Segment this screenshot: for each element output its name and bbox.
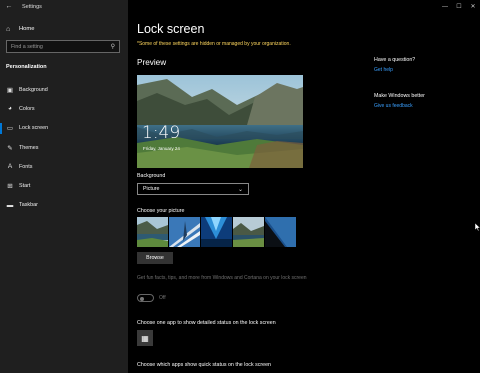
search-placeholder: Find a setting — [11, 43, 43, 50]
taskbar-icon: ▬ — [6, 201, 14, 209]
sidebar-item-themes[interactable]: ✎ Themes — [0, 138, 128, 157]
picture-thumbnail[interactable] — [137, 217, 168, 247]
app-title: Settings — [22, 3, 42, 10]
fun-facts-toggle[interactable] — [137, 294, 154, 302]
quick-status-label: Choose which apps show quick status on t… — [137, 362, 271, 368]
detailed-status-label: Choose one app to show detailed status o… — [137, 320, 276, 326]
org-managed-note: *Some of these settings are hidden or ma… — [137, 41, 291, 47]
sidebar-item-start[interactable]: ⊞ Start — [0, 176, 128, 195]
picture-thumbnail[interactable] — [169, 217, 200, 247]
title-bar: ← Settings — [0, 0, 128, 13]
sidebar-item-colors[interactable]: ◕ Colors — [0, 99, 128, 118]
fun-facts-text: Get fun facts, tips, and more from Windo… — [137, 275, 307, 281]
preview-date: Friday, January 24 — [143, 146, 180, 151]
preview-landscape-image — [137, 75, 303, 168]
fun-facts-toggle-state: Off — [159, 295, 166, 301]
main-content: — ☐ ✕ Lock screen *Some of these setting… — [128, 0, 480, 373]
nav-home[interactable]: ⌂ Home — [6, 24, 34, 34]
sidebar-item-label: Themes — [19, 144, 39, 151]
picture-thumbnails — [137, 217, 296, 247]
start-icon: ⊞ — [7, 183, 13, 191]
sidebar-item-fonts[interactable]: A Fonts — [0, 157, 128, 176]
sidebar-item-background[interactable]: ▣ Background — [0, 80, 128, 99]
feedback-link[interactable]: Give us feedback — [374, 103, 474, 109]
preview-time: 1:49 — [142, 123, 181, 143]
palette-icon: ◕ — [8, 105, 12, 113]
font-icon: A — [7, 163, 13, 171]
picture-thumbnail[interactable] — [201, 217, 232, 247]
sidebar-item-label: Background — [19, 86, 48, 93]
close-icon[interactable]: ✕ — [466, 0, 480, 13]
nav-list: ▣ Background ◕ Colors ▭ Lock screen ✎ Th… — [0, 80, 128, 215]
sidebar-item-label: Taskbar — [19, 202, 38, 209]
picture-thumbnail[interactable] — [233, 217, 264, 247]
sidebar: ← Settings ⌂ Home Find a setting ⚲ Perso… — [0, 0, 128, 373]
back-arrow-icon[interactable]: ← — [2, 0, 16, 13]
background-dropdown-value: Picture — [143, 186, 160, 192]
sidebar-item-label: Start — [19, 183, 31, 190]
minimize-icon[interactable]: — — [438, 0, 452, 13]
mouse-cursor-icon — [475, 223, 480, 231]
sidebar-item-taskbar[interactable]: ▬ Taskbar — [0, 196, 128, 215]
background-dropdown[interactable]: Picture ⌄ — [137, 183, 249, 195]
picture-icon: ▣ — [6, 86, 14, 94]
page-title: Lock screen — [137, 22, 205, 36]
search-icon[interactable]: ⚲ — [111, 43, 115, 50]
lock-screen-icon: ▭ — [6, 125, 14, 133]
choose-picture-label: Choose your picture — [137, 208, 185, 214]
sidebar-item-label: Lock screen — [19, 125, 49, 132]
help-panel: Have a question? Get help Make Windows b… — [374, 57, 474, 109]
sidebar-item-lock-screen[interactable]: ▭ Lock screen — [0, 119, 128, 138]
sidebar-item-label: Fonts — [19, 163, 33, 170]
maximize-icon[interactable]: ☐ — [452, 0, 466, 13]
sidebar-item-label: Colors — [19, 105, 35, 112]
background-label: Background — [137, 173, 166, 179]
section-title: Personalization — [6, 64, 47, 70]
preview-heading: Preview — [137, 58, 167, 67]
question-heading: Have a question? — [374, 57, 416, 63]
browse-button[interactable]: Browse — [137, 252, 173, 264]
search-input[interactable]: Find a setting ⚲ — [6, 40, 120, 53]
brush-icon: ✎ — [7, 144, 13, 152]
nav-home-label: Home — [19, 26, 35, 32]
fun-facts-toggle-row: Off — [137, 294, 166, 302]
picture-thumbnail[interactable] — [265, 217, 296, 247]
lock-screen-preview: 1:49 Friday, January 24 — [137, 75, 303, 168]
toggle-knob — [140, 296, 144, 301]
chevron-down-icon: ⌄ — [237, 186, 243, 193]
better-heading: Make Windows better — [374, 93, 425, 99]
calendar-icon[interactable]: ▦ — [137, 330, 153, 346]
home-icon: ⌂ — [6, 25, 11, 33]
window-controls: — ☐ ✕ — [438, 0, 480, 13]
